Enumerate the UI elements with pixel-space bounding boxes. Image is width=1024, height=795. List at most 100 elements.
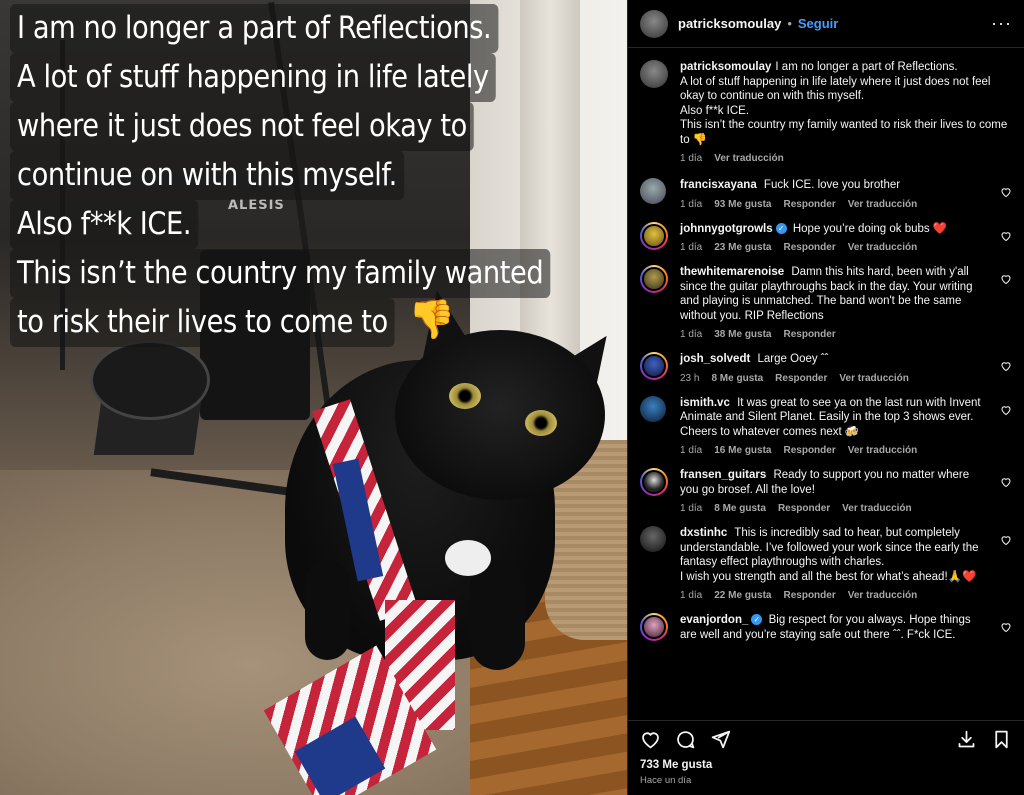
- comment-time: 1 día: [680, 242, 703, 253]
- post-image[interactable]: ALESIS I am no longer a part of Reflecti…: [0, 0, 627, 795]
- comments-list[interactable]: patricksomoulay I am no longer a part of …: [628, 48, 1024, 720]
- commenter-avatar[interactable]: [642, 615, 666, 639]
- story-ring[interactable]: [640, 265, 668, 293]
- author-avatar[interactable]: [640, 9, 668, 38]
- translate-link[interactable]: Ver traducción: [848, 199, 917, 210]
- comment-likes[interactable]: 38 Me gusta: [714, 329, 771, 340]
- comment-item: josh_solvedt Large Ooey ˆˆ 23 h 8 Me gust…: [640, 352, 1012, 384]
- reply-button[interactable]: Responder: [784, 242, 836, 253]
- comment-username[interactable]: thewhitemarenoise: [680, 266, 784, 278]
- comment-username[interactable]: francisxayana: [680, 179, 757, 191]
- story-line: Also f**k ICE.: [10, 200, 199, 249]
- post-time: Hace un día: [640, 775, 692, 786]
- caption-time: 1 día: [680, 153, 703, 164]
- verified-badge-icon: ✓: [775, 222, 787, 234]
- like-comment-heart-icon[interactable]: [1000, 273, 1012, 285]
- comment-username[interactable]: josh_solvedt: [680, 353, 750, 365]
- like-comment-heart-icon[interactable]: [1000, 404, 1012, 416]
- flag-bandana: [263, 399, 465, 795]
- story-line: This isn’t the country my family wanted: [10, 249, 551, 298]
- like-comment-heart-icon[interactable]: [1000, 230, 1012, 242]
- story-ring[interactable]: [640, 613, 668, 641]
- commenter-avatar[interactable]: [642, 223, 666, 248]
- comment-text: Fuck ICE. love you brother: [763, 179, 901, 191]
- translate-link[interactable]: Ver traducción: [848, 590, 917, 601]
- comment-username[interactable]: dxstinhc: [680, 527, 727, 539]
- comment-time: 1 día: [680, 198, 703, 210]
- like-comment-heart-icon[interactable]: [1000, 621, 1012, 633]
- reply-button[interactable]: Responder: [784, 590, 836, 601]
- commenter-avatar[interactable]: [642, 267, 666, 291]
- comment-likes[interactable]: 22 Me gusta: [714, 590, 771, 601]
- cat-leg: [305, 560, 350, 660]
- reply-button[interactable]: Responder: [784, 199, 836, 210]
- comment-text: Large Ooey ˆˆ: [757, 353, 829, 365]
- story-line: A lot of stuff happening in life lately: [10, 53, 496, 102]
- comment-bubble-icon[interactable]: [675, 729, 696, 750]
- comment-text: Hope you’re doing ok bubs ❤️: [792, 222, 948, 235]
- commenter-avatar[interactable]: [642, 354, 666, 378]
- post-footer: 733 Me gusta Hace un día: [628, 720, 1024, 795]
- reply-button[interactable]: Responder: [775, 373, 827, 384]
- reply-button[interactable]: Responder: [784, 445, 836, 456]
- like-comment-heart-icon[interactable]: [1000, 186, 1012, 198]
- comment-item: evanjordon_ ✓ Big respect for you always.…: [640, 613, 1012, 642]
- like-heart-icon[interactable]: [640, 729, 661, 750]
- like-comment-heart-icon[interactable]: [1000, 476, 1012, 488]
- reply-button[interactable]: Responder: [778, 503, 830, 514]
- comment-item: johnnygotgrowls ✓ Hope you’re doing ok bu…: [640, 221, 1012, 253]
- verified-badge-icon: ✓: [751, 614, 763, 626]
- story-line: where it just does not feel okay to: [10, 102, 474, 151]
- caption-line: This isn’t the country my family wanted …: [680, 119, 1008, 146]
- commenter-avatar[interactable]: [640, 526, 666, 552]
- commenter-avatar[interactable]: [640, 178, 666, 204]
- follow-button[interactable]: Seguir: [798, 16, 838, 31]
- comment-username[interactable]: ismith.vc: [680, 397, 730, 409]
- comment-likes[interactable]: 8 Me gusta: [714, 503, 766, 514]
- comment-time: 1 día: [680, 503, 703, 514]
- translate-link[interactable]: Ver traducción: [842, 503, 911, 514]
- comment-likes[interactable]: 16 Me gusta: [714, 445, 771, 456]
- caption-line: Also f**k ICE.: [680, 104, 750, 117]
- translate-link[interactable]: Ver traducción: [848, 445, 917, 456]
- comment-time: 1 día: [680, 590, 703, 601]
- comment-username[interactable]: evanjordon_: [680, 614, 748, 626]
- action-bar: [640, 725, 1012, 753]
- commenter-avatar[interactable]: [640, 395, 666, 422]
- comment-time: 23 h: [680, 372, 700, 384]
- caption-meta: 1 día Ver traducción: [680, 153, 1012, 164]
- story-ring[interactable]: [640, 221, 668, 250]
- likes-count[interactable]: 733 Me gusta: [640, 759, 1012, 771]
- comment-item: ismith.vc It was great to see ya on the …: [640, 395, 1012, 456]
- comment-username[interactable]: fransen_guitars: [680, 469, 766, 481]
- cat-leg: [470, 560, 525, 670]
- translate-link[interactable]: Ver traducción: [839, 373, 908, 384]
- bookmark-save-icon[interactable]: [991, 729, 1012, 750]
- author-username[interactable]: patricksomoulay: [678, 16, 781, 31]
- reply-button[interactable]: Responder: [784, 329, 836, 340]
- caption-username[interactable]: patricksomoulay: [680, 61, 771, 73]
- caption-line: A lot of stuff happening in life lately …: [680, 75, 991, 103]
- comment-username[interactable]: johnnygotgrowls: [680, 223, 773, 235]
- comment-likes[interactable]: 93 Me gusta: [714, 199, 771, 210]
- story-line: continue on with this myself.: [10, 151, 404, 200]
- comment-item: francisxayana Fuck ICE. love you brother…: [640, 178, 1012, 210]
- post-header: patricksomoulay • Seguir ···: [628, 0, 1024, 48]
- story-text-overlay: I am no longer a part of Reflections. A …: [10, 4, 610, 347]
- translate-link[interactable]: Ver traducción: [714, 153, 783, 164]
- share-send-icon[interactable]: [710, 729, 731, 750]
- comment-time: 1 día: [680, 445, 703, 456]
- story-ring[interactable]: [640, 468, 668, 496]
- caption: patricksomoulay I am no longer a part of …: [640, 60, 1012, 164]
- commenter-avatar[interactable]: [642, 470, 666, 494]
- more-options-icon[interactable]: ···: [991, 13, 1012, 34]
- comment-likes[interactable]: 8 Me gusta: [711, 373, 763, 384]
- comment-text-line: I wish you strength and all the best for…: [680, 570, 977, 583]
- story-ring[interactable]: [640, 352, 668, 380]
- like-comment-heart-icon[interactable]: [1000, 360, 1012, 372]
- author-avatar[interactable]: [640, 60, 668, 88]
- like-comment-heart-icon[interactable]: [1000, 534, 1012, 546]
- translate-link[interactable]: Ver traducción: [848, 242, 917, 253]
- comment-likes[interactable]: 23 Me gusta: [714, 242, 771, 253]
- download-icon[interactable]: [956, 729, 977, 750]
